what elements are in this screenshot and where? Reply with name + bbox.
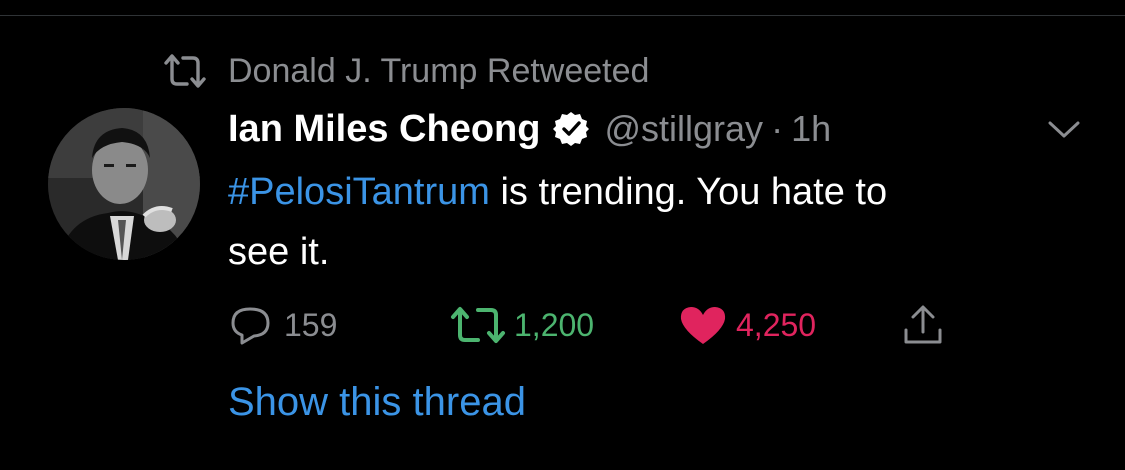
reply-count: 159 bbox=[284, 306, 338, 343]
reply-button[interactable]: 159 bbox=[228, 300, 337, 350]
separator-dot: · bbox=[771, 108, 784, 149]
tweet-header: Ian Miles Cheong @stillgray · 1h bbox=[228, 106, 831, 152]
tweet-actions: 159 1,200 4,250 bbox=[228, 300, 988, 350]
show-thread-link[interactable]: Show this thread bbox=[228, 380, 526, 425]
tweet-text-line1: is trending. You hate to bbox=[489, 171, 888, 213]
retweet-context-label: Donald J. Trump Retweeted bbox=[228, 51, 650, 90]
heart-icon bbox=[678, 303, 728, 347]
share-button[interactable] bbox=[900, 300, 954, 350]
retweet-count: 1,200 bbox=[514, 306, 595, 343]
hashtag-link[interactable]: #PelosiTantrum bbox=[228, 171, 490, 213]
chevron-down-icon[interactable] bbox=[1046, 118, 1082, 142]
verified-badge-icon bbox=[552, 110, 590, 148]
share-icon bbox=[900, 302, 946, 348]
top-divider bbox=[0, 0, 1125, 16]
tweet-text-line2: see it. bbox=[228, 231, 330, 273]
retweet-icon bbox=[164, 53, 206, 89]
retweet-context[interactable]: Donald J. Trump Retweeted bbox=[164, 52, 649, 90]
retweet-icon bbox=[450, 305, 506, 345]
tweet-text: #PelosiTantrum is trending. You hate to … bbox=[228, 162, 1088, 282]
retweet-button[interactable]: 1,200 bbox=[450, 300, 594, 350]
like-count: 4,250 bbox=[736, 306, 817, 343]
author-display-name[interactable]: Ian Miles Cheong bbox=[228, 108, 540, 151]
avatar[interactable] bbox=[48, 108, 200, 260]
like-button[interactable]: 4,250 bbox=[678, 300, 816, 350]
tweet-timestamp[interactable]: 1h bbox=[791, 108, 831, 150]
reply-icon bbox=[228, 303, 276, 347]
author-handle[interactable]: @stillgray bbox=[604, 108, 763, 150]
